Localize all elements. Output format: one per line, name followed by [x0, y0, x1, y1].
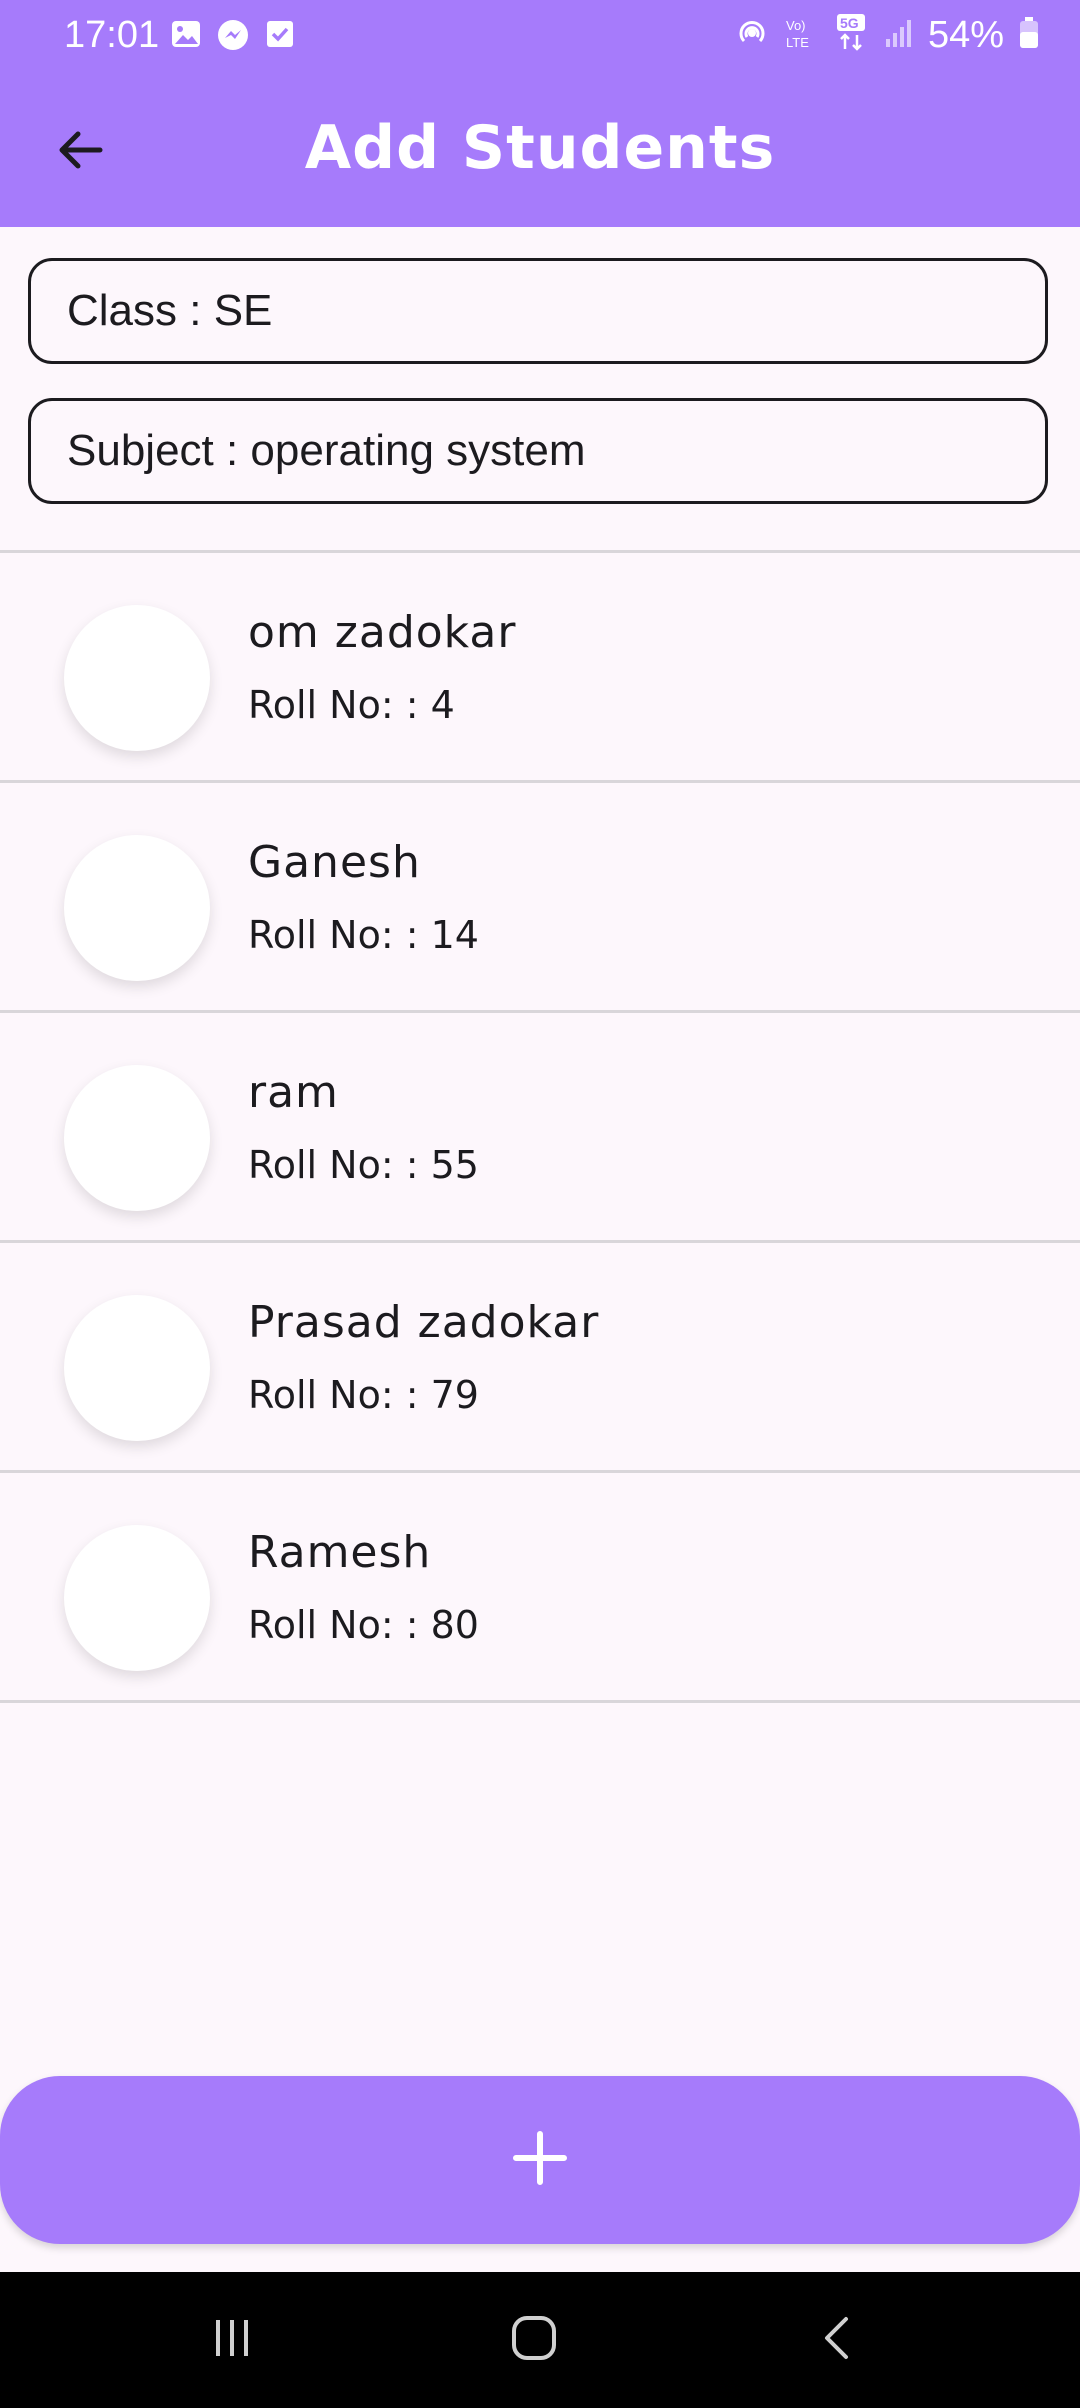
student-list-item[interactable]: om zadokar Roll No: : 4	[0, 550, 1080, 780]
student-name: Ramesh	[248, 1527, 432, 1578]
student-list: om zadokar Roll No: : 4 Ganesh Roll No: …	[0, 550, 1080, 1703]
image-icon	[170, 18, 202, 56]
recents-icon	[207, 2313, 257, 2367]
svg-text:5G: 5G	[840, 15, 859, 31]
avatar	[64, 1065, 210, 1211]
student-roll-number: Roll No: : 79	[248, 1373, 479, 1417]
student-list-item[interactable]: Prasad zadokar Roll No: : 79	[0, 1240, 1080, 1470]
signal-icon	[884, 17, 914, 53]
plus-icon	[510, 2128, 570, 2192]
hotspot-icon	[734, 15, 770, 55]
checkbox-icon	[264, 18, 296, 56]
battery-percentage: 54%	[927, 14, 1004, 56]
class-field: Class : SE	[28, 258, 1048, 364]
student-list-item[interactable]: ram Roll No: : 55	[0, 1010, 1080, 1240]
avatar	[64, 605, 210, 751]
student-list-item[interactable]: Ramesh Roll No: : 80	[0, 1470, 1080, 1703]
home-icon	[509, 2313, 559, 2367]
battery-icon	[1018, 16, 1040, 54]
student-roll-number: Roll No: : 80	[248, 1603, 479, 1647]
student-roll-number: Roll No: : 55	[248, 1143, 479, 1187]
student-roll-number: Roll No: : 14	[248, 913, 479, 957]
nav-back-button[interactable]	[778, 2302, 898, 2378]
student-name: Ganesh	[248, 837, 421, 888]
recents-button[interactable]	[172, 2302, 292, 2378]
subject-field: Subject : operating system	[28, 398, 1048, 504]
avatar	[64, 835, 210, 981]
status-system-icons: Vo) LTE 5G 54%	[734, 10, 1040, 60]
student-list-item[interactable]: Ganesh Roll No: : 14	[0, 780, 1080, 1010]
status-bar: 17:01 Vo) LTE 5G 54%	[0, 0, 1080, 72]
student-name: ram	[248, 1067, 339, 1118]
add-student-button[interactable]	[0, 2076, 1080, 2244]
student-roll-number: Roll No: : 4	[248, 683, 455, 727]
system-navigation-bar	[0, 2272, 1080, 2408]
status-notification-icons	[170, 18, 296, 56]
home-button[interactable]	[474, 2302, 594, 2378]
avatar	[64, 1525, 210, 1671]
volte-icon: Vo) LTE	[784, 15, 820, 55]
app-bar: Add Students	[0, 72, 1080, 227]
messenger-icon	[216, 18, 250, 56]
avatar	[64, 1295, 210, 1441]
svg-text:LTE: LTE	[786, 35, 809, 50]
class-label: Class : SE	[67, 286, 273, 335]
student-name: Prasad zadokar	[248, 1297, 600, 1348]
5g-icon: 5G	[834, 13, 870, 57]
back-icon	[813, 2313, 863, 2367]
status-time: 17:01	[64, 14, 160, 56]
subject-label: Subject : operating system	[67, 426, 586, 475]
student-name: om zadokar	[248, 607, 517, 658]
page-title: Add Students	[304, 113, 776, 183]
svg-text:Vo): Vo)	[786, 18, 806, 33]
